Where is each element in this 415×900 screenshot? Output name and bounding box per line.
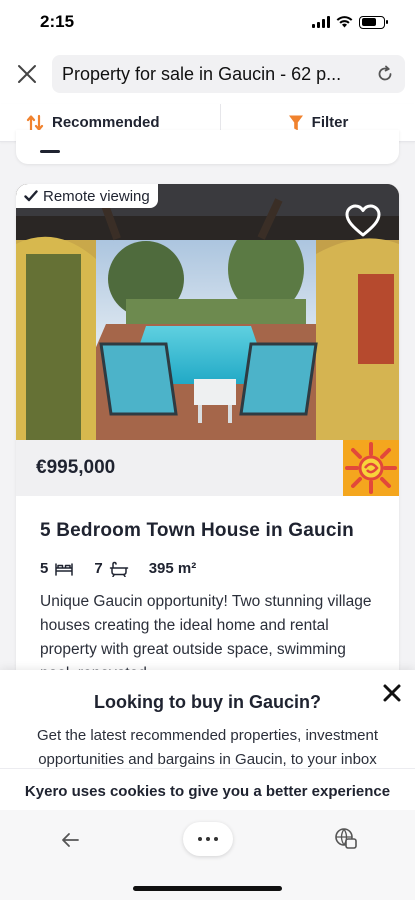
bed-icon [55,562,74,576]
property-title[interactable]: 5 Bedroom Town House in Gaucin [40,520,354,542]
previous-listing-card[interactable] [16,130,399,164]
bathroom-count: 7 [94,560,103,577]
wifi-icon [336,16,353,28]
bedroom-count: 5 [40,560,49,577]
newsletter-text: Get the latest recommended properties, i… [36,727,378,768]
property-photo[interactable] [16,184,399,440]
cookie-text: Kyero uses cookies to give you a better … [24,783,391,800]
property-specs: 5 7 395 m² [40,560,196,577]
status-time: 2:15 [40,12,75,31]
property-area: 395 m² [148,560,197,577]
remote-viewing-badge: Remote viewing [16,184,158,208]
battery-icon [359,15,388,29]
filter-icon [288,115,303,130]
status-bar: 2:15 [0,0,415,44]
price-row: €995,000 [16,440,399,496]
home-indicator [133,886,282,891]
signal-icon [312,16,330,28]
close-icon[interactable] [381,682,403,704]
status-icons [312,15,388,29]
reload-icon[interactable] [375,64,395,84]
property-card[interactable]: Remote viewing €995,000 5 Bedroom Town H… [16,184,399,704]
newsletter-popup: Looking to buy in Gaucin? Get the latest… [0,670,415,780]
browser-toolbar [0,810,415,900]
close-browser-button[interactable] [14,61,40,87]
previous-card-text-fragment [40,150,60,153]
url-bar[interactable]: Property for sale in Gaucin - 62 p... [52,55,405,93]
heart-icon[interactable] [345,204,381,238]
bath-icon [109,561,128,577]
sort-label: Recommended [52,114,160,131]
newsletter-title: Looking to buy in Gaucin? [94,692,321,712]
more-icon[interactable] [183,822,233,856]
filter-label: Filter [311,114,349,131]
agent-logo[interactable] [343,440,399,496]
close-icon [18,65,36,83]
check-icon [24,190,38,202]
remote-viewing-label: Remote viewing [43,187,150,205]
page-title: Property for sale in Gaucin - 62 p... [62,63,342,84]
property-price: €995,000 [36,457,116,478]
browser-bar: Property for sale in Gaucin - 62 p... [0,44,415,104]
tabs-icon[interactable] [333,826,359,852]
sort-icon [26,114,44,131]
back-arrow-icon[interactable] [58,828,82,852]
